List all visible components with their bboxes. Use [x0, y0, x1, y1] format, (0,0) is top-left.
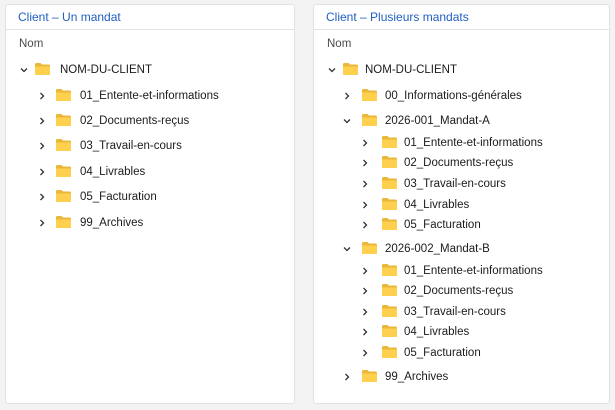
tree-item-root[interactable]: NOM-DU-CLIENT — [6, 60, 294, 80]
folder-label: 2026-002_Mandat-B — [385, 243, 490, 255]
tree-item[interactable]: 99_Archives — [6, 213, 294, 233]
chevron-down-icon[interactable] — [18, 60, 30, 80]
chevron-right-icon[interactable] — [36, 213, 48, 233]
chevron-down-icon[interactable] — [341, 111, 353, 131]
folder-icon — [361, 88, 378, 102]
folder-tree: NOM-DU-CLIENT 00_Informations-générales … — [314, 5, 609, 403]
chevron-right-icon[interactable] — [359, 261, 371, 281]
chevron-right-icon[interactable] — [341, 367, 353, 387]
folder-icon — [381, 135, 398, 149]
folder-label: 99_Archives — [385, 371, 449, 383]
chevron-right-icon[interactable] — [359, 322, 371, 342]
chevron-right-icon[interactable] — [341, 86, 353, 106]
tree-item-root[interactable]: NOM-DU-CLIENT — [314, 60, 609, 80]
folder-icon — [34, 62, 51, 76]
chevron-right-icon[interactable] — [359, 343, 371, 363]
chevron-right-icon[interactable] — [359, 281, 371, 301]
folder-icon — [361, 113, 378, 127]
tree-item[interactable]: 02_Documents-reçus — [314, 281, 609, 301]
folder-label: 03_Travail-en-cours — [404, 306, 506, 318]
tree-item[interactable]: 01_Entente-et-informations — [314, 261, 609, 281]
tree-item[interactable]: 04_Livrables — [6, 162, 294, 182]
folder-label: 02_Documents-reçus — [80, 115, 190, 127]
folder-icon — [55, 138, 72, 152]
folder-label: 04_Livrables — [404, 326, 470, 338]
tree-item-mandat-a[interactable]: 2026-001_Mandat-A — [314, 111, 609, 131]
folder-label: 03_Travail-en-cours — [80, 140, 182, 152]
folder-label: 05_Facturation — [80, 191, 157, 203]
chevron-right-icon[interactable] — [359, 174, 371, 194]
chevron-right-icon[interactable] — [36, 187, 48, 207]
folder-label: 04_Livrables — [404, 199, 470, 211]
chevron-down-icon[interactable] — [341, 239, 353, 259]
chevron-right-icon[interactable] — [36, 86, 48, 106]
folder-label: 00_Informations-générales — [385, 90, 522, 102]
chevron-right-icon[interactable] — [36, 162, 48, 182]
folder-label: 01_Entente-et-informations — [404, 137, 543, 149]
chevron-right-icon[interactable] — [359, 153, 371, 173]
folder-label: 04_Livrables — [80, 166, 146, 178]
tree-item[interactable]: 02_Documents-reçus — [6, 111, 294, 131]
tree-item[interactable]: 02_Documents-reçus — [314, 153, 609, 173]
tree-item[interactable]: 01_Entente-et-informations — [6, 86, 294, 106]
folder-label: 2026-001_Mandat-A — [385, 115, 490, 127]
folder-label: 05_Facturation — [404, 347, 481, 359]
folder-icon — [381, 324, 398, 338]
folder-label: 03_Travail-en-cours — [404, 178, 506, 190]
tree-item[interactable]: 03_Travail-en-cours — [314, 174, 609, 194]
tree-item[interactable]: 99_Archives — [314, 367, 609, 387]
tree-item[interactable]: 04_Livrables — [314, 322, 609, 342]
tree-item[interactable]: 01_Entente-et-informations — [314, 133, 609, 153]
folder-icon — [361, 369, 378, 383]
folder-label: 01_Entente-et-informations — [404, 265, 543, 277]
folder-icon — [381, 197, 398, 211]
folder-label: 02_Documents-reçus — [404, 285, 514, 297]
tree-item-mandat-b[interactable]: 2026-002_Mandat-B — [314, 239, 609, 259]
chevron-down-icon[interactable] — [326, 60, 338, 80]
folder-icon — [381, 345, 398, 359]
tree-item[interactable]: 05_Facturation — [6, 187, 294, 207]
folder-icon — [342, 62, 359, 76]
chevron-right-icon[interactable] — [36, 111, 48, 131]
folder-icon — [381, 217, 398, 231]
folder-icon — [55, 113, 72, 127]
folder-icon — [381, 155, 398, 169]
folder-icon — [55, 164, 72, 178]
folder-label: 05_Facturation — [404, 219, 481, 231]
tree-item[interactable]: 03_Travail-en-cours — [314, 302, 609, 322]
folder-icon — [55, 189, 72, 203]
folder-icon — [381, 263, 398, 277]
chevron-right-icon[interactable] — [36, 136, 48, 156]
folder-tree: NOM-DU-CLIENT 01_Entente-et-informations… — [6, 5, 294, 403]
folder-label: 02_Documents-reçus — [404, 157, 514, 169]
tree-item[interactable]: 05_Facturation — [314, 215, 609, 235]
folder-label: 99_Archives — [80, 217, 144, 229]
tree-item[interactable]: 04_Livrables — [314, 195, 609, 215]
folder-icon — [381, 283, 398, 297]
folder-label: 01_Entente-et-informations — [80, 90, 219, 102]
folder-icon — [381, 176, 398, 190]
folder-icon — [55, 88, 72, 102]
folder-icon — [361, 241, 378, 255]
folder-icon — [381, 304, 398, 318]
folder-icon — [55, 215, 72, 229]
folder-label: NOM-DU-CLIENT — [365, 64, 457, 76]
chevron-right-icon[interactable] — [359, 302, 371, 322]
tree-item[interactable]: 00_Informations-générales — [314, 86, 609, 106]
tree-item[interactable]: 05_Facturation — [314, 343, 609, 363]
folder-tree-panel-left: Client – Un mandat Nom NOM-DU-CLIENT 01_… — [5, 4, 295, 404]
folder-tree-panel-right: Client – Plusieurs mandats Nom NOM-DU-CL… — [313, 4, 610, 404]
chevron-right-icon[interactable] — [359, 195, 371, 215]
tree-item[interactable]: 03_Travail-en-cours — [6, 136, 294, 156]
chevron-right-icon[interactable] — [359, 215, 371, 235]
folder-label: NOM-DU-CLIENT — [60, 64, 152, 76]
chevron-right-icon[interactable] — [359, 133, 371, 153]
